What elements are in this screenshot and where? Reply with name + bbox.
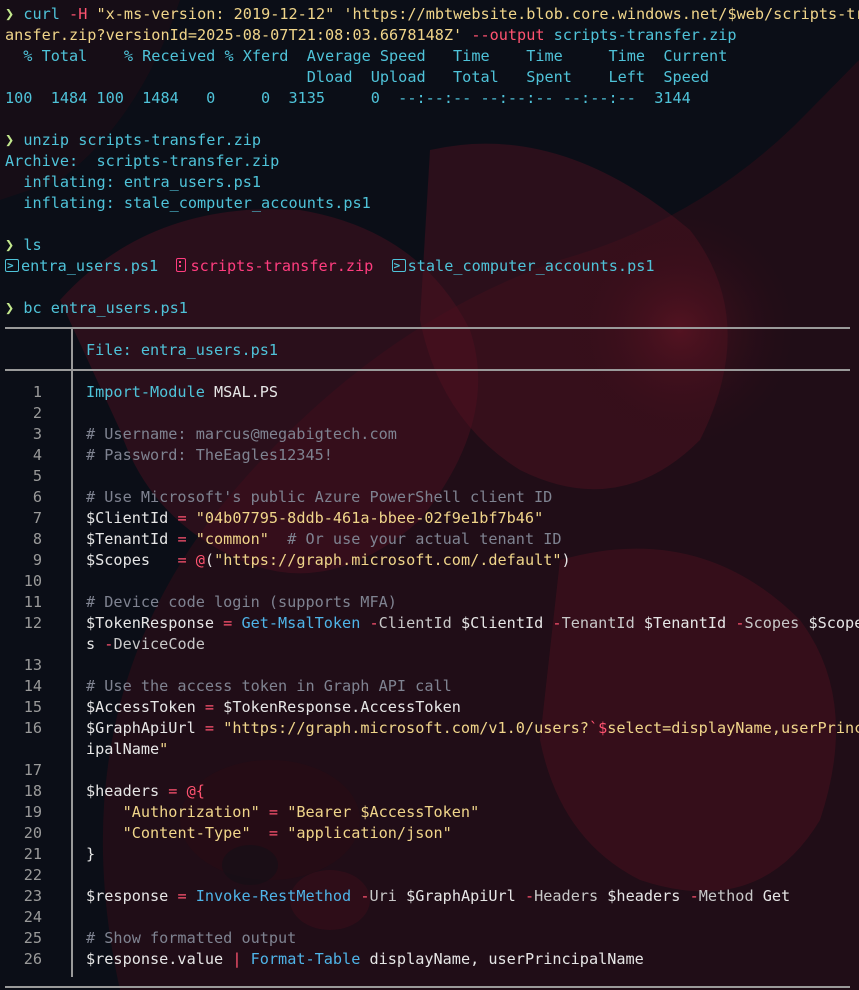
file-name: entra_users.ps1: [140, 341, 279, 359]
line-number: 1: [32, 383, 42, 401]
code-line: $TokenResponse = Get-MsalToken -ClientId…: [86, 614, 859, 632]
archive-label: Archive:: [5, 152, 79, 170]
ls-entry[interactable]: entra_users.ps1: [21, 257, 158, 275]
prompt-icon: ❯: [5, 5, 15, 23]
line-number: [0, 739, 42, 760]
zip-icon: [176, 258, 187, 272]
line-number: 26: [23, 950, 42, 968]
line-number: 6: [32, 488, 42, 506]
viewer-bottom-border: [5, 986, 850, 988]
line-number: 4: [32, 446, 42, 464]
line-number: 7: [32, 509, 42, 527]
line-number: 8: [32, 530, 42, 548]
code-line: # Device code login (supports MFA): [86, 593, 397, 611]
line-number: 9: [32, 551, 42, 569]
line-number: 23: [23, 887, 42, 905]
prompt-icon: ❯: [5, 299, 15, 317]
viewer-file-header: File: entra_users.ps1: [86, 340, 278, 361]
code-line: "Authorization" = "Bearer $AccessToken": [122, 803, 480, 821]
code-line: # Show formatted output: [86, 929, 297, 947]
inflated-file: entra_users.ps1: [123, 173, 262, 191]
bc-command-line: ❯ bc entra_users.ps1: [5, 298, 188, 319]
code-line: $response = Invoke-RestMethod -Uri $Grap…: [86, 887, 791, 905]
code-line: $headers = @{: [86, 782, 205, 800]
line-number: 19: [23, 803, 42, 821]
code-line: s -DeviceCode: [86, 635, 205, 653]
prompt-icon: ❯: [5, 131, 15, 149]
command-url-part1: 'https://mbtwebsite.blob.core.windows.ne…: [343, 5, 859, 23]
command-name: ls: [23, 236, 42, 254]
file-label: File:: [86, 341, 132, 359]
line-number: 17: [23, 761, 42, 779]
command-name: bc: [23, 299, 42, 317]
ls-entry[interactable]: stale_computer_accounts.ps1: [408, 257, 655, 275]
ls-entry[interactable]: scripts-transfer.zip: [190, 257, 373, 275]
line-number: 5: [32, 467, 42, 485]
ls-output: entra_users.ps1 scripts-transfer.zip sta…: [5, 255, 655, 277]
inflated-file: stale_computer_accounts.ps1: [123, 194, 371, 212]
code-line: $ClientId = "04b07795-8ddb-461a-bbee-02f…: [86, 509, 544, 527]
unzip-archive-line: Archive: scripts-transfer.zip: [5, 151, 279, 172]
inflating-label: inflating:: [23, 173, 115, 191]
command-arg: entra_users.ps1: [50, 299, 188, 317]
command-name: curl: [23, 5, 60, 23]
command-name: unzip: [23, 131, 70, 149]
line-number: 25: [23, 929, 42, 947]
code-line: $AccessToken = $TokenResponse.AccessToke…: [86, 698, 461, 716]
line-number: 3: [32, 425, 42, 443]
code-line: # Use Microsoft's public Azure PowerShel…: [86, 488, 553, 506]
line-number: 21: [23, 845, 42, 863]
line-number: 10: [23, 572, 42, 590]
line-number: 20: [23, 824, 42, 842]
line-number: 15: [23, 698, 42, 716]
code-line: # Username: marcus@megabigtech.com: [86, 425, 397, 443]
viewer-top-border: [5, 327, 850, 329]
line-number: 13: [23, 656, 42, 674]
code-line: $TenantId = "common" # Or use your actua…: [86, 530, 562, 548]
code-line: }: [86, 845, 96, 863]
line-number: 12: [23, 614, 42, 632]
curl-progress-header-1: % Total % Received % Xferd Average Speed…: [5, 47, 728, 65]
line-number: 18: [23, 782, 42, 800]
curl-command-line-2: ansfer.zip?versionId=2025-08-07T21:08:03…: [5, 25, 737, 46]
code-line: $Scopes = @("https://graph.microsoft.com…: [86, 551, 571, 569]
curl-command-line-1: ❯ curl -H "x-ms-version: 2019-12-12" 'ht…: [5, 4, 859, 25]
command-flag: --output: [471, 26, 545, 44]
code-line: Import-Module MSAL.PS: [86, 383, 279, 401]
line-number: 16: [23, 719, 42, 737]
code-line: # Use the access token in Graph API call: [86, 677, 452, 695]
line-number: 22: [23, 866, 42, 884]
unzip-command-line: ❯ unzip scripts-transfer.zip: [5, 130, 261, 151]
ls-command-line: ❯ ls: [5, 235, 42, 256]
inflating-label: inflating:: [23, 194, 115, 212]
command-flag: -H: [69, 5, 88, 23]
code-line: $GraphApiUrl = "https://graph.microsoft.…: [86, 719, 859, 737]
code-line: ipalName": [86, 740, 169, 758]
code-line: "Content-Type" = "application/json": [122, 824, 452, 842]
unzip-inflating-line: inflating: stale_computer_accounts.ps1: [5, 193, 371, 214]
powershell-icon: [5, 255, 19, 276]
curl-progress-row: 100 1484 100 1484 0 0 3135 0 --:--:-- --…: [5, 89, 691, 107]
viewer-header-separator: [71, 328, 73, 369]
command-url-part2: ansfer.zip?versionId=2025-08-07T21:08:03…: [5, 26, 463, 44]
line-number: [0, 634, 42, 655]
archive-name: scripts-transfer.zip: [96, 152, 280, 170]
code-line: $response.value | Format-Table displayNa…: [86, 950, 644, 968]
line-number: 14: [23, 677, 42, 695]
viewer-gutter-separator: [71, 370, 73, 977]
curl-progress-header-2: Dload Upload Total Spent Left Speed: [5, 68, 710, 86]
command-arg: scripts-transfer.zip: [78, 131, 262, 149]
powershell-icon: [391, 255, 406, 276]
line-number: 2: [32, 404, 42, 422]
prompt-icon: ❯: [5, 236, 15, 254]
command-header-arg: "x-ms-version: 2019-12-12": [96, 5, 335, 23]
line-number: 24: [23, 908, 42, 926]
command-output-arg: scripts-transfer.zip: [553, 26, 737, 44]
viewer-header-border: [5, 369, 850, 371]
line-number: 11: [23, 593, 42, 611]
code-line: # Password: TheEagles12345!: [86, 446, 333, 464]
unzip-inflating-line: inflating: entra_users.ps1: [5, 172, 261, 193]
